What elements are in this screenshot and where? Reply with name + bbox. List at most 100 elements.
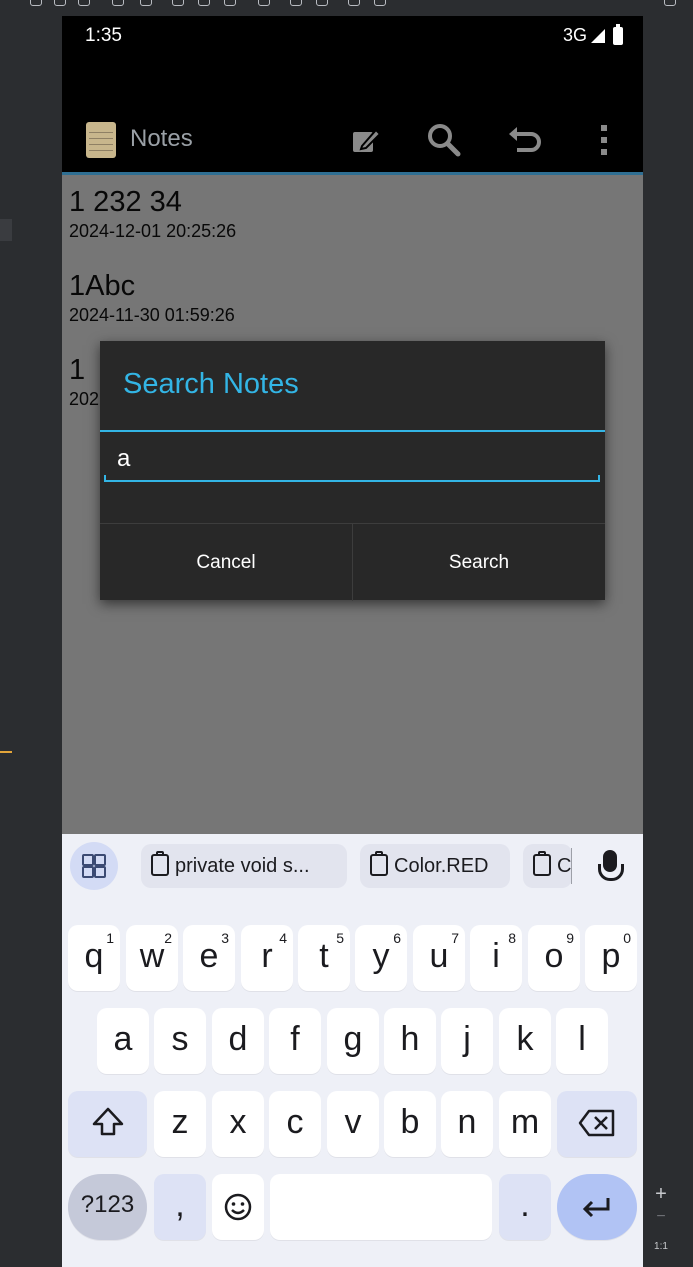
key-y[interactable]: y6 xyxy=(355,925,407,991)
suggestion-strip: private void s... Color.RED C xyxy=(62,834,643,899)
enter-icon xyxy=(582,1198,610,1218)
key-z[interactable]: z xyxy=(154,1091,206,1157)
status-indicators: 3G xyxy=(562,23,623,46)
clipboard-suggestion[interactable]: private void s... xyxy=(141,844,347,888)
home-icon[interactable] xyxy=(198,0,210,6)
overview-icon[interactable] xyxy=(224,0,236,6)
emoji-icon xyxy=(224,1193,252,1221)
emoji-key[interactable] xyxy=(212,1174,264,1240)
key-x[interactable]: x xyxy=(212,1091,264,1157)
action-bar: Notes xyxy=(62,106,643,175)
emulator-toolbar xyxy=(0,0,693,16)
enter-key[interactable] xyxy=(557,1174,637,1240)
microphone-icon[interactable] xyxy=(586,842,634,890)
suggestion-text: C xyxy=(557,855,572,877)
key-t[interactable]: t5 xyxy=(298,925,350,991)
key-e[interactable]: e3 xyxy=(183,925,235,991)
search-input[interactable] xyxy=(104,438,600,482)
zoom-out-button[interactable]: − xyxy=(650,1209,672,1225)
key-j[interactable]: j xyxy=(441,1008,493,1074)
key-label: u xyxy=(429,937,449,975)
search-dialog: Search Notes Cancel Search xyxy=(100,341,605,601)
panel-tab[interactable] xyxy=(0,219,12,241)
key-k[interactable]: k xyxy=(499,1008,551,1074)
clipboard-suggestion[interactable]: C xyxy=(523,844,572,888)
key-i[interactable]: i8 xyxy=(470,925,522,991)
key-label: o xyxy=(544,937,564,975)
rotate-right-icon[interactable] xyxy=(140,0,152,6)
clipboard-suggestion[interactable]: Color.RED xyxy=(360,844,510,888)
key-l[interactable]: l xyxy=(556,1008,608,1074)
comma-key[interactable]: , xyxy=(154,1174,206,1240)
shift-icon xyxy=(92,1107,123,1136)
signal-icon xyxy=(591,28,605,43)
space-key[interactable] xyxy=(270,1174,492,1240)
key-hint: 8 xyxy=(508,930,516,946)
key-c[interactable]: c xyxy=(269,1091,321,1157)
zoom-ratio-button[interactable]: 1:1 xyxy=(650,1240,672,1254)
key-v[interactable]: v xyxy=(327,1091,379,1157)
app-title: Notes xyxy=(130,125,193,152)
key-label: y xyxy=(372,937,390,975)
undo-icon[interactable] xyxy=(505,120,545,160)
snapshot-icon[interactable] xyxy=(348,0,360,6)
key-hint: 7 xyxy=(451,930,459,946)
key-p[interactable]: p0 xyxy=(585,925,637,991)
key-h[interactable]: h xyxy=(384,1008,436,1074)
battery-icon xyxy=(613,23,623,45)
shift-key[interactable] xyxy=(68,1091,147,1157)
key-o[interactable]: o9 xyxy=(528,925,580,991)
symbols-key[interactable]: ?123 xyxy=(68,1174,147,1240)
note-edit-icon[interactable] xyxy=(346,120,386,160)
status-bar: 1:35 3G xyxy=(62,16,643,56)
key-b[interactable]: b xyxy=(384,1091,436,1157)
key-r[interactable]: r4 xyxy=(241,925,293,991)
keyboard-apps-button[interactable] xyxy=(70,842,118,890)
key-m[interactable]: m xyxy=(499,1091,551,1157)
key-q[interactable]: q1 xyxy=(68,925,120,991)
clipboard-link-icon xyxy=(370,851,388,876)
overflow-menu-icon[interactable] xyxy=(584,120,624,160)
power-icon[interactable] xyxy=(30,0,42,6)
key-w[interactable]: w2 xyxy=(126,925,178,991)
key-hint: 6 xyxy=(393,930,401,946)
suggestion-text: private void s... xyxy=(175,855,310,877)
settings-icon[interactable] xyxy=(258,0,270,6)
key-u[interactable]: u7 xyxy=(413,925,465,991)
zoom-in-button[interactable]: + xyxy=(650,1183,672,1205)
network-type: 3G xyxy=(562,25,587,45)
back-icon[interactable] xyxy=(172,0,184,6)
key-hint: 0 xyxy=(623,930,631,946)
screen-record-icon[interactable] xyxy=(316,0,328,6)
backspace-icon xyxy=(578,1109,615,1137)
rotate-left-icon[interactable] xyxy=(112,0,124,6)
search-button[interactable]: Search xyxy=(353,524,605,601)
cancel-button[interactable]: Cancel xyxy=(100,524,353,601)
backspace-key[interactable] xyxy=(557,1091,637,1157)
key-d[interactable]: d xyxy=(212,1008,264,1074)
grid-icon xyxy=(82,854,94,866)
period-key[interactable]: . xyxy=(499,1174,551,1240)
key-f[interactable]: f xyxy=(269,1008,321,1074)
fold-icon[interactable] xyxy=(374,0,386,6)
key-label: i xyxy=(492,937,500,975)
key-s[interactable]: s xyxy=(154,1008,206,1074)
panel-marker xyxy=(0,751,12,753)
volume-down-icon[interactable] xyxy=(78,0,90,6)
key-n[interactable]: n xyxy=(441,1091,493,1157)
clipboard-link-icon xyxy=(533,851,551,876)
key-label: r xyxy=(261,937,273,975)
key-g[interactable]: g xyxy=(327,1008,379,1074)
emulator-right-panel xyxy=(643,16,693,1267)
key-a[interactable]: a xyxy=(97,1008,149,1074)
divider xyxy=(571,848,572,884)
key-hint: 5 xyxy=(336,930,344,946)
dialog-title: Search Notes xyxy=(123,368,299,400)
volume-up-icon[interactable] xyxy=(54,0,66,6)
suggestion-text: Color.RED xyxy=(394,855,489,877)
notepad-icon xyxy=(86,122,116,158)
search-icon[interactable] xyxy=(424,120,464,160)
zoom-icon[interactable] xyxy=(664,0,676,6)
screenshot-icon[interactable] xyxy=(290,0,302,6)
key-hint: 1 xyxy=(106,930,114,946)
